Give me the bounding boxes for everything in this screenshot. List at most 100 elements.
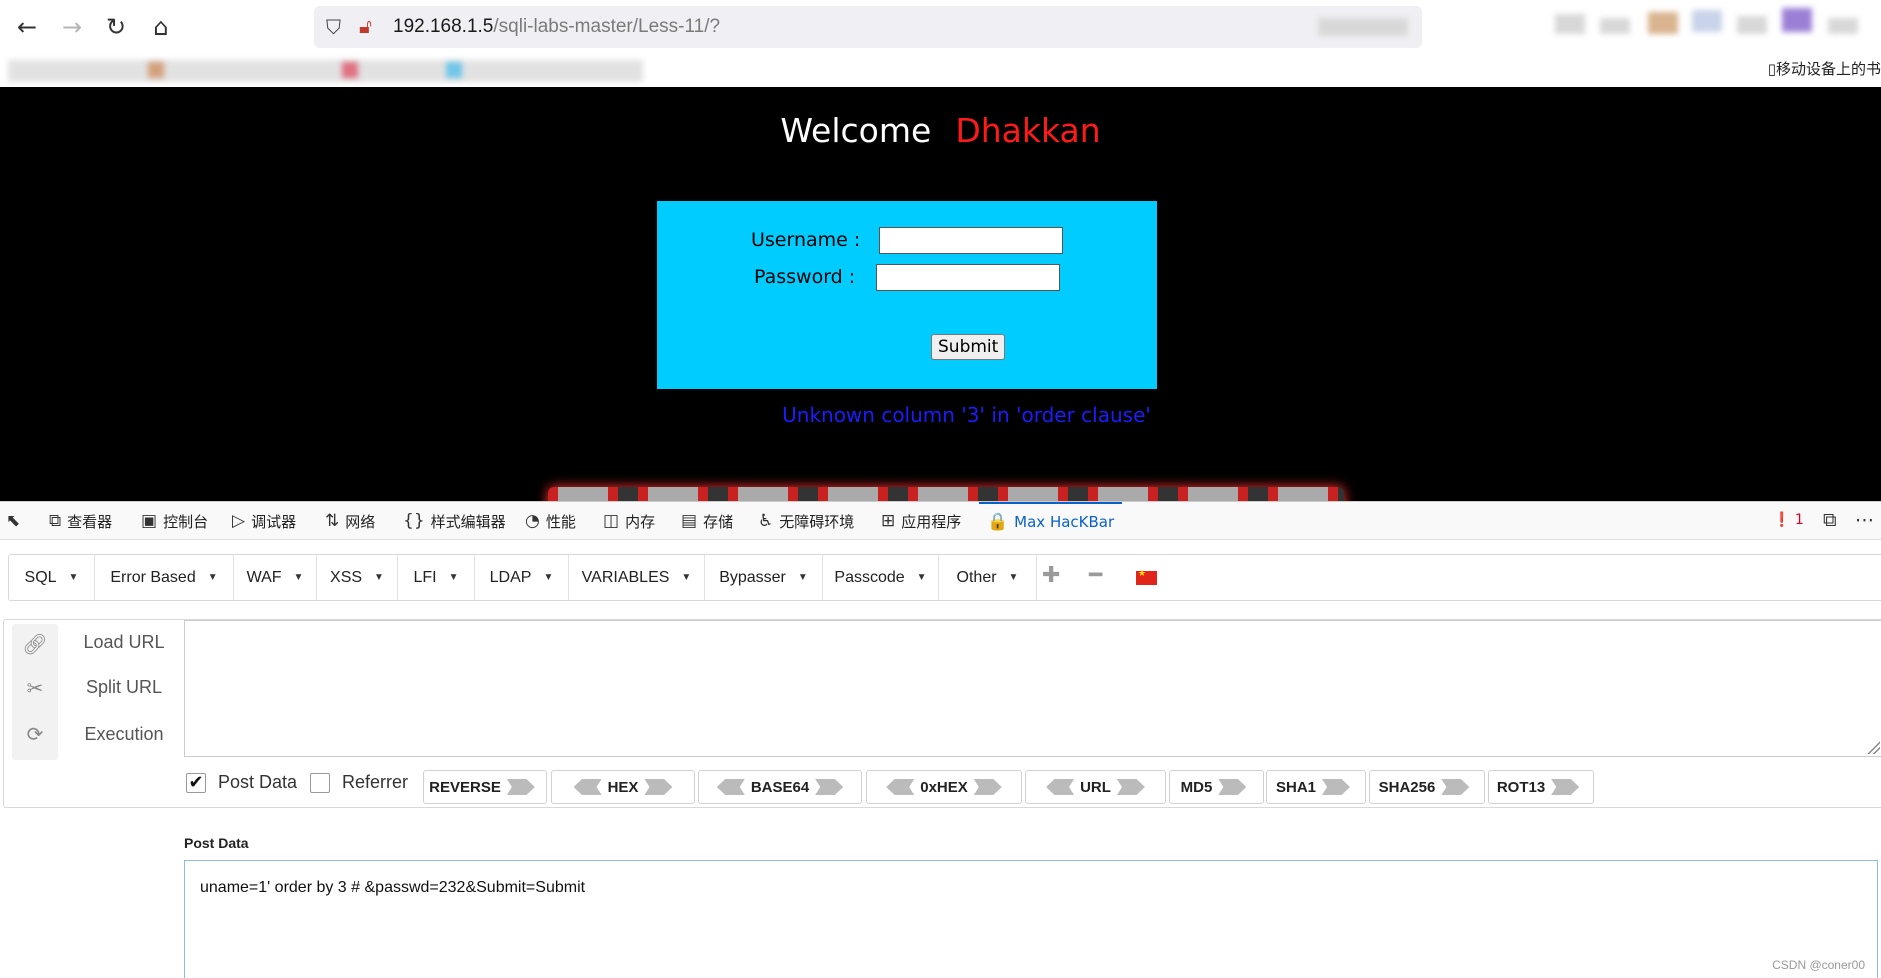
mobile-bookmarks[interactable]: ▯移动设备上的书 (1768, 58, 1881, 79)
memory-icon: ◫ (603, 511, 620, 531)
error-icon: ❗ (1773, 512, 1791, 528)
arrow-right-icon (1322, 779, 1350, 795)
username-input[interactable] (879, 227, 1063, 254)
empty-checkbox-icon[interactable] (310, 772, 330, 793)
split-url-button[interactable]: Split URL (64, 677, 184, 698)
welcome-heading: Welcome Dhakkan (780, 111, 1101, 150)
sha256-button[interactable]: SHA256 (1369, 770, 1485, 804)
tab-style-editor[interactable]: {} 样式编辑器 (403, 502, 506, 540)
menu-lfi[interactable]: LFI ▼ (398, 555, 475, 600)
checkmark-icon[interactable]: ✔ (186, 772, 206, 793)
tab-network[interactable]: ⇅ 网络 (325, 502, 375, 540)
post-data-checkbox[interactable]: ✔ Post Data (186, 772, 297, 793)
devtools-toolbar: ⬉ ⧉ 查看器 ▣ 控制台 ▷ 调试器 ⇅ 网络 {} 样式编辑器 ◔ 性能 ◫ 内存 ▤ 存储… (0, 501, 1881, 540)
arrow-right-icon (1441, 779, 1470, 795)
hackbar-menubar: SQL ▼ Error Based ▼ WAF ▼ XSS ▼ LFI ▼ LDAP ▼ V… (8, 554, 1881, 601)
load-url-button[interactable]: Load URL (64, 632, 184, 653)
password-input[interactable] (876, 264, 1060, 291)
reload-icon[interactable]: ↻ (99, 10, 133, 44)
back-icon[interactable]: ← (10, 10, 44, 44)
menu-variables[interactable]: VARIABLES ▼ (569, 555, 705, 600)
url-text[interactable]: 192.168.1.5/sqli-labs-master/Less-11/? (393, 16, 720, 38)
tab-accessibility[interactable]: ♿ 无障碍环境 (758, 502, 854, 540)
reverse-button[interactable]: REVERSE (423, 770, 547, 804)
hex-button[interactable]: HEX (551, 770, 695, 804)
arrow-left-icon (1046, 779, 1075, 795)
blurred-extension-icon (1600, 18, 1630, 34)
sha1-button[interactable]: SHA1 (1266, 770, 1366, 804)
hackbar-icon: 🔒 (987, 512, 1009, 532)
menu-error-based[interactable]: Error Based ▼ (95, 555, 234, 600)
tab-storage[interactable]: ▤ 存储 (681, 502, 733, 540)
arrow-right-icon (506, 779, 535, 795)
sql-error-message: Unknown column '3' in 'order clause' (782, 403, 1151, 427)
arrow-left-icon (886, 779, 915, 795)
element-picker-icon[interactable]: ⬉ (6, 502, 26, 540)
referrer-checkbox[interactable]: Referrer (310, 772, 408, 793)
execution-button[interactable]: Execution (64, 724, 184, 745)
blurred-extension-icon (1648, 12, 1678, 34)
plus-icon[interactable]: ✚ (1042, 563, 1060, 588)
blurred-extension-icon (1782, 8, 1812, 32)
arrow-left-icon (716, 779, 745, 795)
browser-toolbar: ← → ↻ ⌂ ⛉ 🔓︎ 192.168.1.5/sqli-labs-maste… (0, 0, 1881, 54)
forward-icon[interactable]: → (55, 10, 89, 44)
page-logo (548, 487, 1344, 501)
blurred-bookmark-icon (446, 62, 462, 78)
url-encode-button[interactable]: URL (1025, 770, 1166, 804)
application-icon: ⊞ (881, 511, 896, 531)
link-icon[interactable]: 🔗︎ (12, 632, 58, 656)
resize-grip-icon[interactable] (1866, 740, 1880, 754)
home-icon[interactable]: ⌂ (144, 10, 178, 44)
style-editor-icon: {} (403, 511, 425, 531)
0xhex-button[interactable]: 0xHEX (866, 770, 1022, 804)
arrow-right-icon (973, 779, 1002, 795)
post-data-value[interactable]: uname=1' order by 3 # &passwd=232&Submit… (200, 879, 585, 897)
arrow-left-icon (573, 779, 602, 795)
blurred-bookmark-icon (342, 62, 358, 78)
dock-icon[interactable]: ⧉ (1823, 509, 1837, 531)
network-icon: ⇅ (325, 511, 340, 531)
menu-sql[interactable]: SQL ▼ (9, 555, 95, 600)
menu-other[interactable]: Other ▼ (939, 555, 1037, 600)
action-icons: 🔗︎ ✂ ⟳ (12, 624, 58, 760)
url-textarea[interactable] (184, 620, 1881, 757)
error-count-badge[interactable]: ❗ 1 (1773, 512, 1804, 528)
performance-icon: ◔ (525, 511, 540, 531)
menu-waf[interactable]: WAF ▼ (234, 555, 317, 600)
tab-inspector[interactable]: ⧉ 查看器 (49, 502, 112, 540)
scissors-icon[interactable]: ✂ (12, 676, 58, 700)
arrow-right-icon (1116, 779, 1145, 795)
console-icon: ▣ (141, 511, 158, 531)
tab-debugger[interactable]: ▷ 调试器 (232, 502, 296, 540)
menu-xss[interactable]: XSS ▼ (317, 555, 398, 600)
refresh-icon[interactable]: ⟳ (12, 722, 58, 746)
minus-icon[interactable]: ━ (1089, 563, 1102, 588)
base64-button[interactable]: BASE64 (698, 770, 862, 804)
login-form: Username : Password : Submit (657, 201, 1157, 389)
tab-max-hackbar[interactable]: 🔒 Max HacKBar (979, 502, 1123, 540)
md5-button[interactable]: MD5 (1169, 770, 1264, 804)
post-data-label: Post Data (184, 835, 249, 851)
password-label: Password : (754, 266, 856, 288)
menu-bypasser[interactable]: Bypasser ▼ (705, 555, 823, 600)
tab-memory[interactable]: ◫ 内存 (603, 502, 655, 540)
arrow-right-icon (815, 779, 844, 795)
insecure-lock-icon[interactable]: 🔓︎ (359, 14, 372, 38)
tab-application[interactable]: ⊞ 应用程序 (881, 502, 961, 540)
tab-performance[interactable]: ◔ 性能 (525, 502, 576, 540)
tracking-shield-icon[interactable]: ⛉ (326, 15, 341, 39)
address-bar[interactable]: ⛉ 🔓︎ 192.168.1.5/sqli-labs-master/Less-1… (314, 6, 1422, 48)
rot13-button[interactable]: ROT13 (1488, 770, 1594, 804)
china-flag-icon[interactable] (1136, 568, 1157, 585)
post-data-textarea[interactable]: uname=1' order by 3 # &passwd=232&Submit… (184, 860, 1878, 978)
menu-ldap[interactable]: LDAP ▼ (475, 555, 569, 600)
more-options-icon[interactable]: ⋯ (1855, 509, 1874, 531)
blurred-bookmarks (8, 60, 643, 82)
tab-console[interactable]: ▣ 控制台 (141, 502, 208, 540)
blurred-region (1318, 18, 1408, 36)
submit-button[interactable]: Submit (931, 334, 1006, 360)
blurred-bookmark-icon (148, 62, 164, 78)
menu-passcode[interactable]: Passcode ▼ (823, 555, 939, 600)
accessibility-icon: ♿ (758, 511, 774, 531)
